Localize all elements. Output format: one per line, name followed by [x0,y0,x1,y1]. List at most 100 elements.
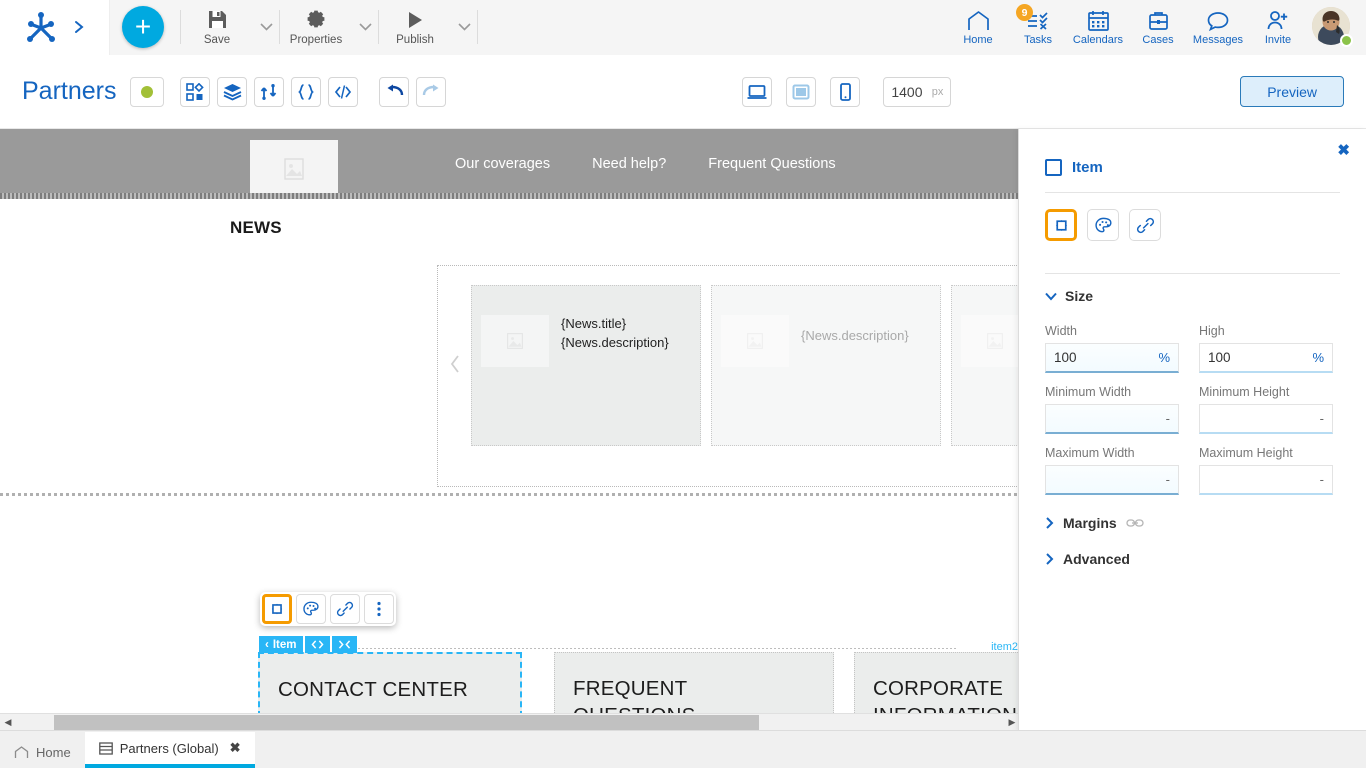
footer-card-title: FREQUENT QUESTIONS [573,677,695,713]
chain-link-icon[interactable] [1126,518,1144,528]
collapse-arrows-icon-button[interactable] [331,636,357,653]
link-icon-button[interactable] [330,594,360,624]
grid-widgets-icon-button[interactable] [180,76,211,107]
mobile-icon-button[interactable] [830,76,861,107]
preview-button[interactable]: Preview [1240,76,1344,107]
status-badge[interactable] [130,76,165,107]
tasks-badge: 9 [1016,4,1033,21]
tablet-icon-button[interactable] [786,76,817,107]
application-window: + Save Properties Publish Home 9 Tasks C… [0,0,1366,768]
minimum-height-input[interactable]: - [1199,404,1333,434]
news-card[interactable]: {News.description} [711,285,941,446]
flow-icon-button[interactable] [254,76,285,107]
selection-parent-label: Item [272,638,297,651]
margins-section-header[interactable]: Margins [1019,495,1366,531]
tab-link-icon[interactable] [1129,209,1161,241]
field-unit: - [1165,472,1170,487]
publish-label: Publish [396,33,434,46]
site-nav-link-faq[interactable]: Frequent Questions [708,156,835,172]
site-nav-link-coverages[interactable]: Our coverages [455,156,550,172]
advanced-section-header[interactable]: Advanced [1019,531,1366,567]
palette-icon-button[interactable] [296,594,326,624]
taskbar-item-home[interactable]: Home [0,736,85,768]
field-minimum-height: Minimum Height - [1199,385,1333,434]
nav-tasks-button[interactable]: 9 Tasks [1008,2,1068,52]
field-maximum-width: Maximum Width - [1045,446,1179,495]
scrollbar-track[interactable] [16,714,1004,731]
layers-icon-button[interactable] [217,76,248,107]
nav-cases-button[interactable]: Cases [1128,2,1188,52]
chevron-left-icon[interactable] [449,354,461,374]
properties-button[interactable]: Properties [280,3,352,51]
add-button[interactable]: + [122,6,164,48]
news-card[interactable]: {News.title} {News.description} [471,285,701,446]
news-card-text: {News.description} [801,326,909,345]
canvas-horizontal-scrollbar[interactable]: ◀ ▶ [0,713,1020,730]
desktop-icon-button[interactable] [742,76,773,107]
scroll-left-arrow-icon[interactable]: ◀ [0,714,16,731]
undo-icon-button[interactable] [379,76,410,107]
chevron-right-icon[interactable] [74,20,85,34]
move-resize-icon-button[interactable] [262,594,292,624]
maximum-height-input[interactable]: - [1199,465,1333,495]
canvas-width-value: 1400 [891,83,923,100]
footer-card-frequent-questions[interactable]: FREQUENT QUESTIONS Regret Button General… [554,652,834,713]
nav-home-button[interactable]: Home [948,2,1008,52]
select-parent-button[interactable]: ‹ Item [259,636,303,653]
site-logo-placeholder[interactable] [250,140,338,198]
width-input[interactable]: 100 % [1045,343,1179,373]
page-title: Partners [22,77,117,105]
publish-dropdown-chevron-down-icon[interactable] [451,3,477,51]
minimum-width-input[interactable]: - [1045,404,1179,434]
play-icon [404,9,426,31]
top-toolbar: + Save Properties Publish Home 9 Tasks C… [0,0,1366,55]
save-label: Save [203,33,231,46]
speech-bubble-icon [1206,8,1230,32]
logo-zone [0,0,110,55]
publish-button[interactable]: Publish [379,3,451,51]
properties-label: Properties [289,33,343,46]
scrollbar-thumb[interactable] [54,714,759,730]
chevron-right-icon [1045,517,1054,529]
gear-icon [305,9,327,31]
nav-calendars-button[interactable]: Calendars [1068,2,1128,52]
redo-icon-button[interactable] [416,76,447,107]
high-input[interactable]: 100 % [1199,343,1333,373]
field-unit: - [1319,472,1324,487]
taskbar-item-label: Partners (Global) [119,740,219,756]
field-high: High 100 % [1199,324,1333,373]
field-label: Maximum Width [1045,446,1135,460]
save-button[interactable]: Save [181,3,253,51]
chevron-left-icon: ‹ [265,638,269,651]
nav-invite-button[interactable]: Invite [1248,2,1308,52]
close-icon[interactable]: ✖ [1337,141,1350,159]
properties-dropdown-chevron-down-icon[interactable] [352,3,378,51]
field-label: High [1199,324,1225,338]
news-card-description: {News.description} [561,335,669,350]
code-tags-icon-button[interactable] [328,76,359,107]
margins-label: Margins [1063,515,1117,531]
site-nav-link-help[interactable]: Need help? [592,156,666,172]
nav-calendars-label: Calendars [1072,34,1124,46]
tab-layout-move-resize-icon[interactable] [1045,209,1077,241]
avatar[interactable] [1312,7,1353,47]
more-vertical-icon-button[interactable] [364,594,394,624]
braces-icon-button[interactable] [291,76,322,107]
briefcase-icon [1147,8,1170,32]
taskbar-item-partners[interactable]: Partners (Global) ✖ [84,732,255,768]
code-brackets-icon-button[interactable] [304,636,330,653]
window-icon [98,741,113,755]
nav-messages-button[interactable]: Messages [1188,2,1248,52]
canvas-width-input[interactable]: 1400 px [883,76,952,107]
footer-card-contact-center[interactable]: CONTACT CENTER Frequent Questions [258,652,522,713]
site-nav-links: Our coverages Need help? Frequent Questi… [455,129,836,199]
element-floating-toolbar [260,592,396,626]
maximum-width-input[interactable]: - [1045,465,1179,495]
item-checkbox[interactable] [1045,159,1062,176]
save-dropdown-chevron-down-icon[interactable] [253,3,279,51]
status-online-indicator [1340,34,1353,47]
chevron-down-icon [1045,292,1057,301]
size-section-header[interactable]: Size [1019,274,1366,304]
close-icon[interactable]: ✖ [230,740,241,756]
tab-style-palette-icon[interactable] [1087,209,1119,241]
